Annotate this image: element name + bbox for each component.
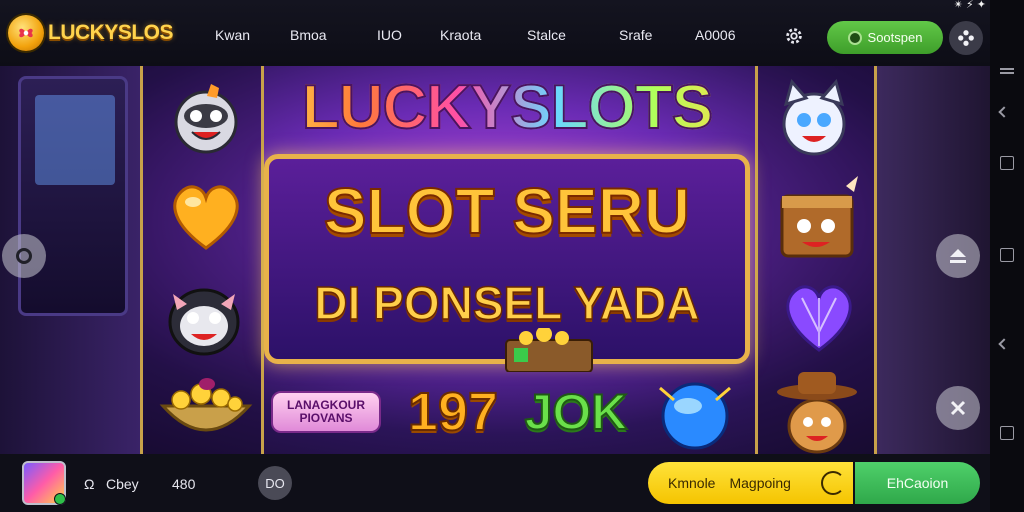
bet-bar[interactable]: Kmnole Magpoing <box>648 462 853 504</box>
arcade-machine-image <box>18 76 128 316</box>
menu-icon[interactable] <box>1000 68 1014 74</box>
promo-tile-label: LANAGKOUR PIOVANS <box>271 391 381 433</box>
nav-item-4[interactable]: Kraota <box>440 27 481 43</box>
close-icon <box>950 400 966 416</box>
play-button[interactable]: Sootspen <box>827 21 943 54</box>
back-icon[interactable] <box>998 106 1010 118</box>
home-icon[interactable] <box>1000 248 1014 262</box>
square-icon[interactable] <box>1000 156 1014 170</box>
gem-heart-icon <box>786 285 852 352</box>
eject-icon <box>950 249 966 263</box>
logo-text: LUCKYSLOS <box>48 21 174 44</box>
system-nav-rail <box>990 0 1024 512</box>
promo-tile[interactable]: LANAGKOUR PIOVANS <box>264 370 388 454</box>
play-button-label: Sootspen <box>867 30 923 45</box>
flower-icon <box>958 30 974 46</box>
bet-label-1: Kmnole <box>668 475 716 491</box>
top-bar: LUCKYSLOS Kwan Bmoa IUO Kraota Stalce Sr… <box>0 0 990 66</box>
check-icon <box>54 493 66 505</box>
raccoon-icon <box>174 84 238 154</box>
flower-menu-button[interactable] <box>949 21 983 55</box>
gear-icon[interactable] <box>783 25 805 47</box>
game-thumbnail[interactable] <box>22 461 66 505</box>
right-reel <box>755 66 877 454</box>
nav-item-5[interactable]: Stalce <box>527 27 566 43</box>
back-icon[interactable] <box>998 338 1010 350</box>
jok-tile[interactable]: JOK <box>516 370 636 454</box>
close-button[interactable] <box>936 386 980 430</box>
game-window: LUCKYSLOS Kwan Bmoa IUO Kraota Stalce Sr… <box>0 0 1024 512</box>
number-tile[interactable]: 197 <box>392 370 514 454</box>
cat-icon <box>782 78 846 156</box>
eject-button[interactable] <box>936 234 980 278</box>
logo[interactable]: LUCKYSLOS <box>8 15 174 51</box>
refresh-icon[interactable] <box>821 471 845 495</box>
bottom-value: 480 <box>172 476 196 492</box>
nav-item-3[interactable]: IUO <box>377 27 402 43</box>
opossum-icon <box>168 288 240 356</box>
left-reel <box>140 66 264 454</box>
game-scene: LUCKYSLOTS SLOT SERU DI PONSEL YADA LANA… <box>0 66 990 454</box>
left-action-button[interactable] <box>2 234 46 278</box>
banner-subline: DI PONSEL YADA <box>314 276 701 330</box>
bet-label-2: Magpoing <box>729 475 791 491</box>
nav-item-6[interactable]: Srafe <box>619 27 652 43</box>
game-title: LUCKYSLOTS <box>262 72 752 143</box>
status-icons: ✴ ⚡ ✦ <box>953 0 986 11</box>
bottom-label-name: Cbey <box>106 476 139 492</box>
nav-item-2[interactable]: Bmoa <box>290 27 327 43</box>
bottom-symbol: Ω <box>84 476 95 492</box>
bottom-pill-button[interactable]: DO <box>258 466 292 500</box>
banner-headline: SLOT SERU <box>323 174 691 248</box>
circle-icon <box>16 248 32 264</box>
action-button[interactable]: EhCaoion <box>855 462 980 504</box>
coin-icon <box>847 30 862 45</box>
nav-item-7[interactable]: A0006 <box>695 27 735 43</box>
treasure-chest-icon <box>780 176 858 258</box>
blue-gem-icon[interactable] <box>640 378 750 452</box>
coin-bowl-icon <box>159 378 253 432</box>
cowboy-raccoon-icon <box>777 372 857 454</box>
recents-icon[interactable] <box>1000 426 1014 440</box>
bottom-bar: Ω Cbey 480 DO Kmnole Magpoing EhCaoion <box>0 454 990 512</box>
clover-icon <box>8 15 44 51</box>
nav-item-1[interactable]: Kwan <box>215 27 250 43</box>
treasure-chest-icon <box>505 328 593 372</box>
heart-icon <box>173 185 239 250</box>
